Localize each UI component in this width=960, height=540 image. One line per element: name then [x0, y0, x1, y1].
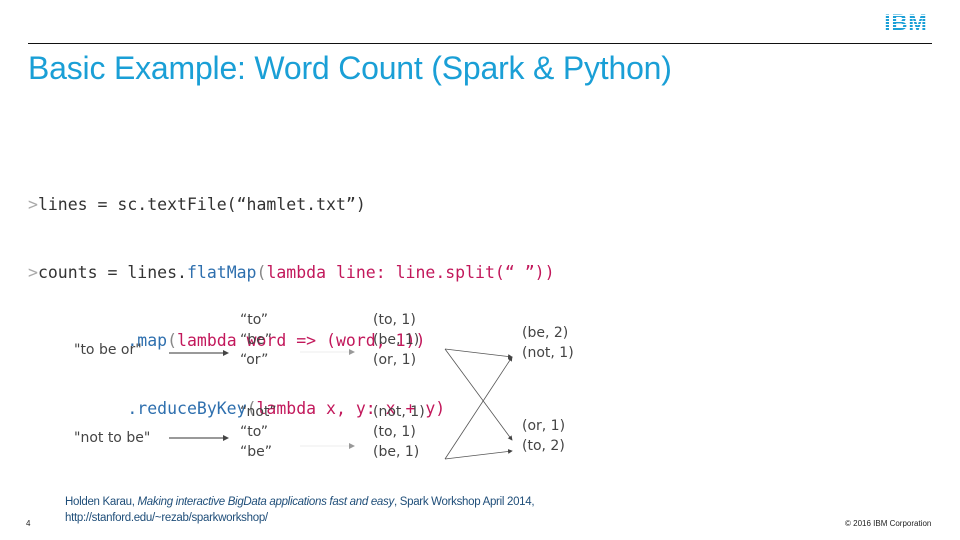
citation-venue: , Spark Workshop April 2014,	[393, 496, 535, 508]
mapped-pair: (be, 1)	[373, 444, 420, 460]
code-text: lines = sc.textFile(	[37, 195, 237, 214]
code-lambda: lambda line: line.split(“ ”))	[266, 263, 555, 282]
slide-title: Basic Example: Word Count (Spark & Pytho…	[28, 50, 672, 86]
code-text: counts = lines.	[37, 263, 187, 282]
citation-title: Making interactive BigData applications …	[137, 496, 395, 508]
split-word: “be”	[240, 332, 273, 348]
prompt-icon: >	[28, 195, 38, 214]
mapped-pair: (be, 1)	[373, 332, 420, 348]
word-count-diagram: "to be or" "not to be" “to” “be” “or” “n…	[0, 300, 640, 470]
input-line-1: "to be or"	[74, 342, 142, 358]
mapped-pair: (or, 1)	[373, 352, 417, 368]
split-word: “to”	[240, 312, 269, 328]
split-word: “not”	[240, 404, 277, 420]
arrow-shuffle-3	[444, 356, 513, 460]
code-line-2: >counts = lines.flatMap(lambda line: lin…	[28, 262, 555, 284]
code-function: flatMap	[186, 263, 257, 282]
reduced-pair: (not, 1)	[522, 345, 574, 361]
split-word: “to”	[240, 424, 269, 440]
ibm-logo-text: IBM	[884, 10, 927, 34]
mapped-pair: (not, 1)	[373, 404, 425, 420]
code-line-1: >lines = sc.textFile(“hamlet.txt”)	[28, 194, 555, 216]
header-divider	[28, 43, 932, 44]
code-string: “hamlet.txt”	[236, 195, 356, 214]
arrow-shuffle-2	[444, 348, 513, 441]
citation: Holden Karau, Making interactive BigData…	[65, 494, 535, 526]
code-paren: (	[256, 263, 267, 282]
split-word: “or”	[240, 352, 269, 368]
mapped-pair: (to, 1)	[373, 424, 416, 440]
reduced-pair: (or, 1)	[522, 418, 566, 434]
arrow-shuffle-1	[444, 348, 513, 359]
reduced-pair: (be, 2)	[522, 325, 569, 341]
input-line-2: "not to be"	[74, 430, 151, 446]
citation-url[interactable]: http://stanford.edu/~rezab/sparkworkshop…	[65, 510, 534, 526]
ibm-logo-icon: IBM	[884, 10, 927, 34]
citation-author: Holden Karau,	[65, 496, 138, 508]
reduced-pair: (to, 2)	[522, 438, 565, 454]
prompt-icon: >	[28, 263, 38, 282]
arrow-shuffle-4	[444, 449, 513, 460]
citation-line-1: Holden Karau, Making interactive BigData…	[65, 494, 535, 510]
split-word: “be”	[240, 444, 273, 460]
copyright: © 2016 IBM Corporation	[845, 519, 932, 528]
mapped-pair: (to, 1)	[373, 312, 416, 328]
code-text: )	[355, 195, 366, 214]
slide-number: 4	[26, 519, 31, 528]
